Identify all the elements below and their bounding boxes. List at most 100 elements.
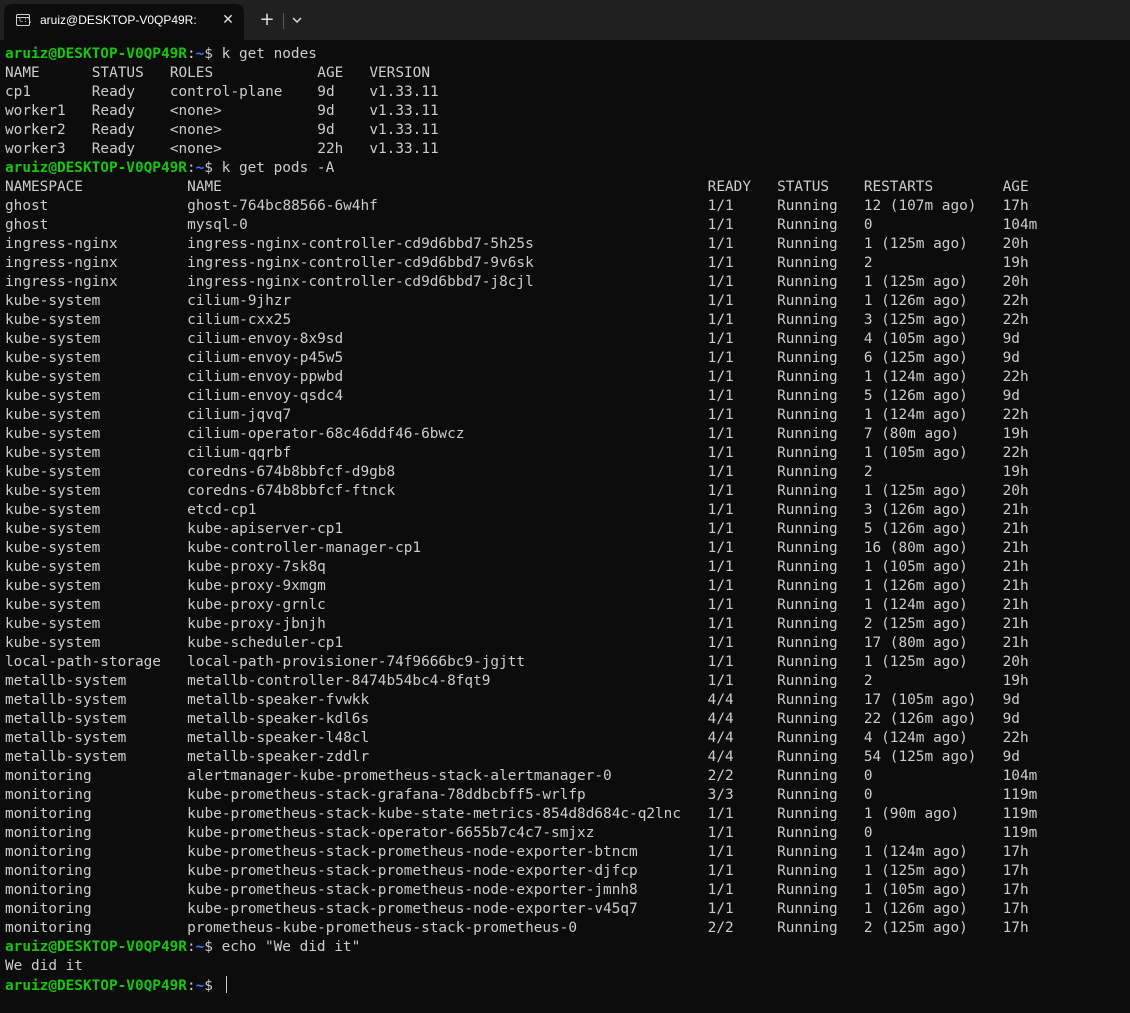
prompt-path: ~ [195,160,205,176]
table-row: ghost mysql-0 1/1 Running 0 104m [5,216,1125,235]
col-age-cell: 17h [1002,882,1029,898]
col-namespace-cell: kube-system [5,388,101,404]
col-roles-cell: <none> [169,122,222,138]
table-row: kube-system cilium-envoy-qsdc4 1/1 Running 5… [5,387,1125,406]
col-name-cell: etcd-cp1 [187,502,257,518]
terminal-tab[interactable]: C:\ aruiz@DESKTOP-V0QP49R: ~ ✕ [4,4,244,40]
close-icon[interactable]: ✕ [220,12,236,28]
col-version-cell: v1.33.11 [369,122,439,138]
col-restarts-cell: 1 (125m ago) [863,274,968,290]
col-restarts-cell: 1 (126m ago) [863,293,968,309]
col-age-cell: 21h [1002,578,1029,594]
col-ready-cell: 4/4 [707,749,734,765]
col-age-cell: 9d [1002,692,1020,708]
table-row: kube-system kube-proxy-7sk8q 1/1 Running 1 (… [5,558,1125,577]
col-ready-cell: 1/1 [707,597,734,613]
col-version-cell: v1.33.11 [369,84,439,100]
col-restarts-cell: 7 (80m ago) [863,426,960,442]
col-name-cell: kube-proxy-7sk8q [187,559,326,575]
col-roles-cell: <none> [169,141,222,157]
title-bar: C:\ aruiz@DESKTOP-V0QP49R: ~ ✕ + [0,0,1130,40]
table-row: monitoring kube-prometheus-stack-promethe… [5,862,1125,881]
col-status-cell: Running [777,635,838,651]
col-name-cell: kube-controller-manager-cp1 [187,540,422,556]
col-status-cell: Running [777,217,838,233]
table-row: kube-system cilium-qqrbf 1/1 Running 1 (105m… [5,444,1125,463]
col-status-cell: Running [777,844,838,860]
col-name-cell: cilium-operator-68c46ddf46-6bwcz [187,426,465,442]
table-header: NAME STATUS ROLES AGE VERSION [5,64,1125,83]
col-ready-cell: 1/1 [707,635,734,651]
col-name-cell: ingress-nginx-controller-cd9d6bbd7-j8cjl [187,274,534,290]
col-namespace-cell: kube-system [5,483,101,499]
col-ready-cell: 1/1 [707,673,734,689]
table-row: ghost ghost-764bc88566-6w4hf 1/1 Running 12 … [5,197,1125,216]
col-age-cell: 21h [1002,635,1029,651]
col-namespace-cell: kube-system [5,597,101,613]
col-age-cell: 9d [317,103,335,119]
col-ready-cell: 1/1 [707,559,734,575]
col-name-cell: cilium-envoy-qsdc4 [187,388,344,404]
col-namespace-cell: monitoring [5,844,92,860]
col-status-cell: Running [777,236,838,252]
col-ready-cell: 1/1 [707,578,734,594]
terminal-output[interactable]: aruiz@DESKTOP-V0QP49R:~$ k get nodes NAME… [5,45,1125,1005]
col-restarts-cell: 5 (126m ago) [863,521,968,537]
col-restarts-cell: 1 (124m ago) [863,597,968,613]
col-namespace-cell: monitoring [5,920,92,936]
col-ready-cell: 1/1 [707,540,734,556]
prompt-path: ~ [195,978,205,994]
col-ready-cell: 1/1 [707,217,734,233]
col-age-cell: 119m [1002,806,1038,822]
col-restarts-cell: 1 (124m ago) [863,844,968,860]
col-name-cell: kube-proxy-jbnjh [187,616,326,632]
col-restarts-cell: 2 [863,464,873,480]
prompt-symbol: $ [204,46,222,62]
col-ready-cell: 1/1 [707,825,734,841]
table-row: kube-system cilium-jqvq7 1/1 Running 1 (124m… [5,406,1125,425]
col-restarts-cell: 4 (124m ago) [863,730,968,746]
table-row: monitoring prometheus-kube-prometheus-sta… [5,919,1125,938]
table-row: metallb-system metallb-controller-8474b54… [5,672,1125,691]
col-name-cell: kube-proxy-grnlc [187,597,326,613]
col-ready-cell: 2/2 [707,920,734,936]
col-status-cell: Running [777,559,838,575]
col-status-cell: Running [777,274,838,290]
col-restarts-cell: 0 [863,768,873,784]
text-cursor[interactable] [225,976,227,993]
col-name-cell: kube-prometheus-stack-prometheus-node-ex… [187,863,638,879]
table-row: kube-system cilium-9jhzr 1/1 Running 1 (126m… [5,292,1125,311]
col-status-cell: Running [777,369,838,385]
col-name-cell: metallb-speaker-fvwkk [187,692,370,708]
terminal-window: C:\ aruiz@DESKTOP-V0QP49R: ~ ✕ + aruiz@D… [0,0,1130,1013]
col-name-cell: ingress-nginx-controller-cd9d6bbd7-5h25s [187,236,534,252]
col-name-cell: kube-prometheus-stack-kube-state-metrics… [187,806,682,822]
col-ready-cell: 4/4 [707,711,734,727]
table-row: ingress-nginx ingress-nginx-controller-cd… [5,273,1125,292]
col-age-cell: 21h [1002,521,1029,537]
col-namespace-cell: kube-system [5,616,101,632]
prompt-line: aruiz@DESKTOP-V0QP49R:~$ k get nodes [5,45,1125,64]
col-version-cell: v1.33.11 [369,141,439,157]
prompt-symbol: $ [204,939,222,955]
col-name-cell: cilium-cxx25 [187,312,292,328]
chevron-down-icon[interactable] [289,12,305,28]
table-row: worker1 Ready <none> 9d v1.33.11 [5,102,1125,121]
col-status-cell: Running [777,483,838,499]
col-version-cell: v1.33.11 [369,103,439,119]
new-tab-icon[interactable]: + [256,9,278,31]
col-restarts-cell: 1 (125m ago) [863,654,968,670]
col-status-cell: Running [777,521,838,537]
table-row: monitoring kube-prometheus-stack-operator… [5,824,1125,843]
prompt-symbol: $ [204,978,222,994]
col-age-header: AGE [1002,179,1029,195]
command-text: k get pods -A [221,160,335,176]
col-age-cell: 21h [1002,540,1029,556]
col-age-cell: 9d [1002,711,1020,727]
col-namespace-cell: kube-system [5,578,101,594]
table-row: metallb-system metallb-speaker-fvwkk 4/4 Ru… [5,691,1125,710]
col-age-cell: 22h [1002,445,1029,461]
table-row: cp1 Ready control-plane 9d v1.33.11 [5,83,1125,102]
col-name-cell: cilium-9jhzr [187,293,292,309]
tab-separator [283,13,284,29]
